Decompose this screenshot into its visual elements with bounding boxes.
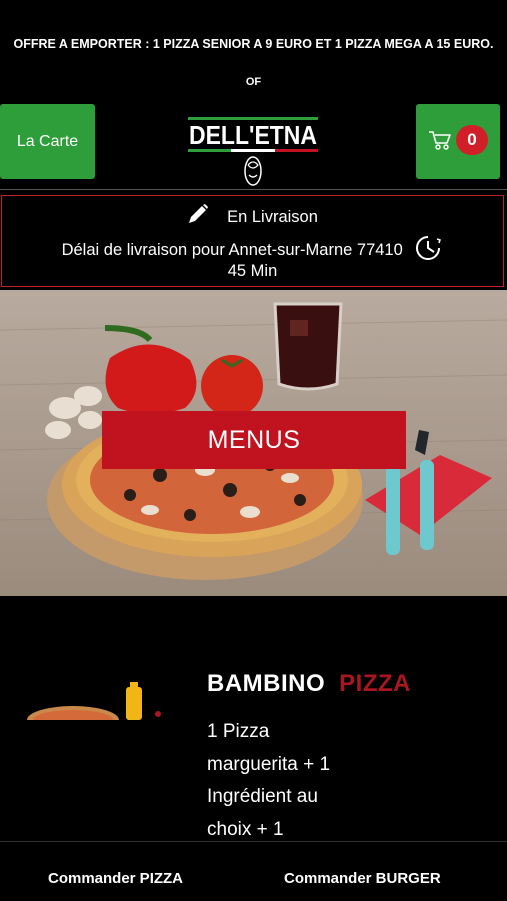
delivery-delay-text: Délai de livraison pour Annet-sur-Marne … — [61, 241, 403, 259]
cart-count-badge: 0 — [456, 125, 488, 155]
delivery-info-box[interactable]: En Livraison Délai de livraison pour Ann… — [1, 195, 504, 287]
logo-graphic: DELL'ETNA — [188, 117, 318, 186]
commander-pizza-button[interactable]: Commander PIZZA — [48, 870, 183, 887]
commander-burger-button[interactable]: Commander BURGER — [284, 870, 441, 887]
delivery-mode-label: En Livraison — [227, 208, 318, 226]
product-description: 1 Pizza marguerita + 1 Ingrédient au cho… — [207, 716, 377, 846]
promo-text: OFFRE A EMPORTER : 1 PIZZA SENIOR A 9 EU… — [13, 37, 494, 51]
description-line: Ingrédient au — [207, 786, 318, 807]
product-name: BAMBINO — [207, 670, 326, 697]
delivery-time: 45 Min — [227, 262, 278, 280]
cart-icon — [428, 129, 452, 156]
description-line: 1 Pizza — [207, 721, 270, 742]
la-carte-button[interactable]: La Carte — [0, 104, 95, 179]
product-image[interactable] — [26, 680, 176, 720]
logo-text: DELL'ETNA — [189, 120, 317, 150]
description-line: marguerita + 1 — [207, 753, 331, 775]
delivery-mode-row: En Livraison — [2, 203, 503, 230]
cart-button[interactable]: 0 — [416, 104, 500, 179]
menus-button[interactable]: MENUS — [102, 411, 406, 469]
promo-text-continued: OF — [245, 76, 262, 88]
product-title[interactable]: BAMBINO PIZZA — [207, 670, 411, 698]
logo[interactable]: DELL'ETNA — [186, 113, 320, 189]
promo-banner: OFFRE A EMPORTER : 1 PIZZA SENIOR A 9 EU… — [0, 0, 507, 100]
bottom-nav: Commander PIZZA Commander BURGER — [0, 841, 507, 901]
header-divider — [0, 189, 507, 190]
pencil-icon[interactable] — [187, 203, 209, 230]
product-category: PIZZA — [339, 670, 411, 697]
